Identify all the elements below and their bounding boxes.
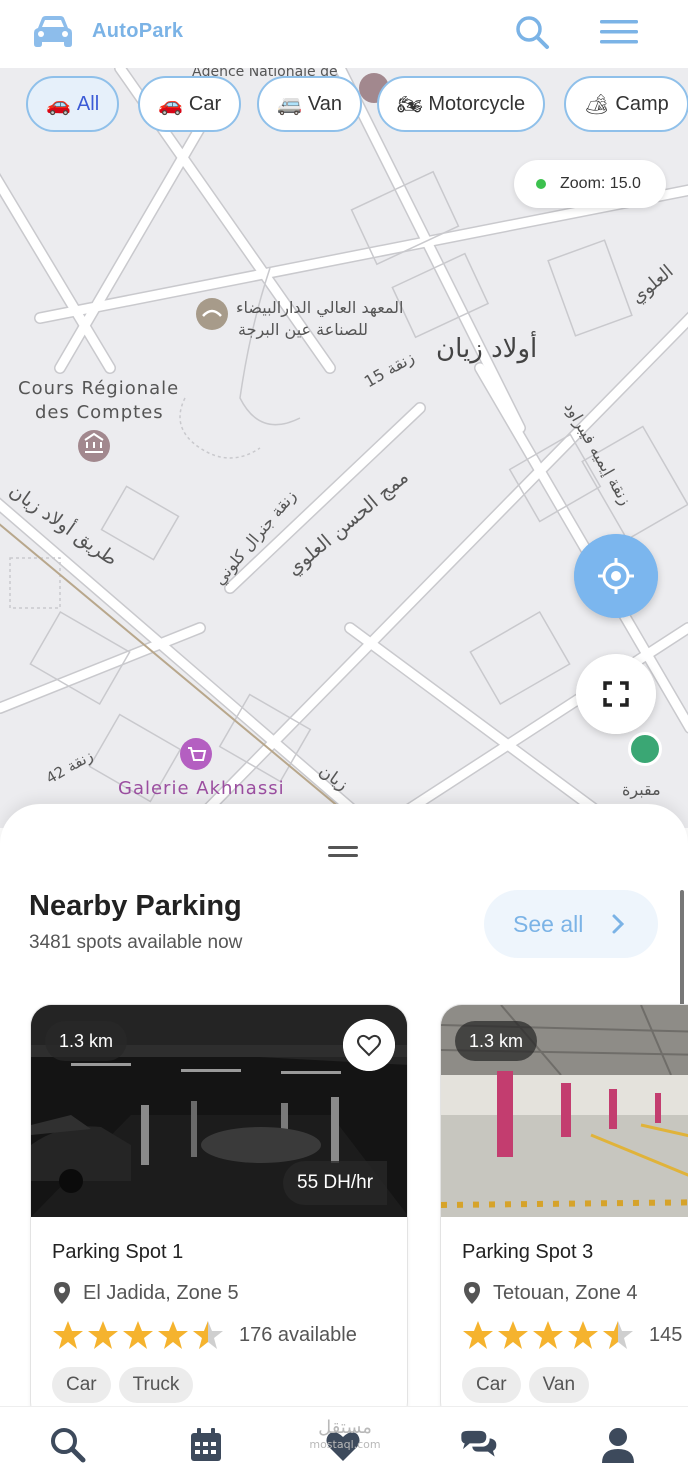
rating-row: 176 available [52, 1317, 357, 1353]
filter-chip-all[interactable]: 🚗 All [26, 76, 120, 132]
parking-card[interactable]: 1.3 km Parking Spot 3 Tetouan, Zone 4 14… [440, 1004, 688, 1424]
search-icon[interactable] [48, 1425, 88, 1465]
user-icon[interactable] [598, 1425, 638, 1465]
star-half-icon [603, 1321, 633, 1349]
distance-badge: 1.3 km [455, 1021, 538, 1061]
filter-chip-label: Motorcycle [428, 92, 526, 115]
map-label-institute: المعهد العالي الدارالبيضاء [236, 298, 404, 317]
location-pin-icon [464, 1282, 480, 1304]
tent-emoji-icon: 🏕 [584, 93, 610, 116]
parking-photo: 1.3 km 55 DH/hr [31, 1005, 407, 1217]
map-label-district: أولاد زيان [436, 334, 538, 364]
filter-chip-van[interactable]: 🚐 Van [257, 76, 363, 132]
see-all-button[interactable]: See all [484, 890, 658, 958]
watermark-sub: mostaql.com [309, 1438, 381, 1451]
brand-name: AutoPark [92, 20, 184, 42]
vehicle-tags: Car Van [462, 1367, 597, 1403]
star-half-icon [193, 1321, 223, 1349]
filter-chip-car[interactable]: 🚗 Car [138, 76, 242, 132]
parking-location: El Jadida, Zone 5 [52, 1281, 239, 1305]
location-pin-icon [54, 1282, 70, 1304]
vehicle-tag: Truck [118, 1367, 194, 1403]
zoom-indicator: Zoom: 15.0 [514, 160, 666, 208]
fullscreen-button[interactable] [576, 654, 656, 734]
van-emoji-icon: 🚐 [277, 93, 302, 116]
motorcycle-emoji-icon: 🏍 [397, 93, 423, 116]
favorite-heart-icon[interactable] [343, 1019, 395, 1071]
filter-chip-motorcycle[interactable]: 🏍 Motorcycle [377, 76, 546, 132]
chat-icon[interactable] [458, 1425, 498, 1465]
available-count: 176 available [239, 1323, 357, 1346]
star-full-icon [568, 1321, 598, 1349]
map-label-institute-2: للصناعة عين البرجة [238, 320, 369, 339]
distance-badge: 1.3 km [45, 1021, 128, 1061]
map-label-cours-2: des Comptes [35, 402, 164, 423]
bottom-navigation: مستقل mostaql.com [0, 1406, 688, 1478]
search-icon[interactable] [512, 12, 552, 52]
map-label-galerie: Galerie Akhnassi [118, 778, 285, 799]
vehicle-tag: Car [462, 1367, 521, 1403]
vehicle-tag: Car [52, 1367, 111, 1403]
car-emoji-icon: 🚗 [46, 93, 71, 116]
filter-chip-label: Camp [615, 92, 669, 115]
star-full-icon [158, 1321, 188, 1349]
watermark-text: مستقل [318, 1417, 372, 1438]
rating-row: 145 [462, 1317, 682, 1353]
star-full-icon [123, 1321, 153, 1349]
star-full-icon [463, 1321, 493, 1349]
sheet-title: Nearby Parking [29, 890, 242, 922]
parking-photo: 1.3 km [441, 1005, 688, 1217]
drag-handle[interactable] [328, 846, 358, 858]
parking-name: Parking Spot 1 [52, 1241, 184, 1263]
menu-icon[interactable] [598, 16, 640, 48]
parking-location: Tetouan, Zone 4 [462, 1281, 638, 1305]
calendar-icon[interactable] [186, 1425, 226, 1465]
parking-name: Parking Spot 3 [462, 1241, 594, 1263]
map-label-cours: Cours Régionale [18, 378, 180, 399]
scrollbar[interactable] [680, 890, 684, 1010]
map-label-cemetery: مقبرة [622, 780, 661, 799]
vehicle-tag: Van [528, 1367, 590, 1403]
vehicle-filter-bar: 🚗 All 🚗 Car 🚐 Van 🏍 Motorcycle 🏕 Camp [0, 76, 688, 134]
car-icon [34, 16, 72, 47]
filter-chip-label: Car [188, 92, 222, 115]
filter-chip-camp[interactable]: 🏕 Camp [564, 76, 688, 132]
location-text: Tetouan, Zone 4 [493, 1281, 638, 1304]
parking-card[interactable]: 1.3 km 55 DH/hr Parking Spot 1 El Jadida… [30, 1004, 408, 1424]
map-pin-icon[interactable] [628, 732, 662, 766]
price-badge: 55 DH/hr [283, 1161, 388, 1205]
star-full-icon [533, 1321, 563, 1349]
status-dot-icon [536, 179, 546, 189]
filter-chip-label: Van [307, 92, 343, 115]
zoom-label: Zoom: 15.0 [560, 175, 641, 192]
location-text: El Jadida, Zone 5 [83, 1281, 239, 1304]
filter-chip-label: All [76, 92, 100, 115]
car-emoji-icon: 🚗 [158, 93, 183, 116]
star-full-icon [53, 1321, 83, 1349]
app-header: AutoPark [0, 0, 688, 68]
nearby-parking-sheet: Nearby Parking 3481 spots available now … [0, 804, 688, 1478]
watermark: مستقل mostaql.com [300, 1417, 390, 1451]
see-all-label: See all [513, 910, 584, 937]
star-full-icon [498, 1321, 528, 1349]
vehicle-tags: Car Truck [52, 1367, 201, 1403]
locate-me-button[interactable] [574, 534, 658, 618]
chevron-right-icon [612, 914, 625, 934]
star-full-icon [88, 1321, 118, 1349]
sheet-subtitle: 3481 spots available now [29, 932, 243, 953]
available-count: 145 [649, 1323, 683, 1346]
